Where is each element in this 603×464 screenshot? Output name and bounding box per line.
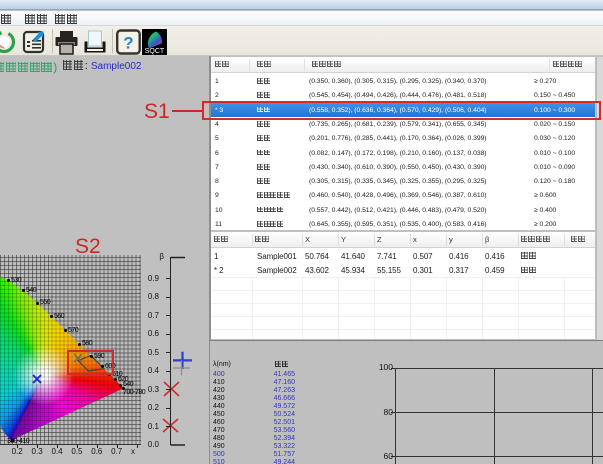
svg-text:?: ?: [123, 34, 133, 53]
svg-text:SQCT: SQCT: [145, 48, 165, 55]
